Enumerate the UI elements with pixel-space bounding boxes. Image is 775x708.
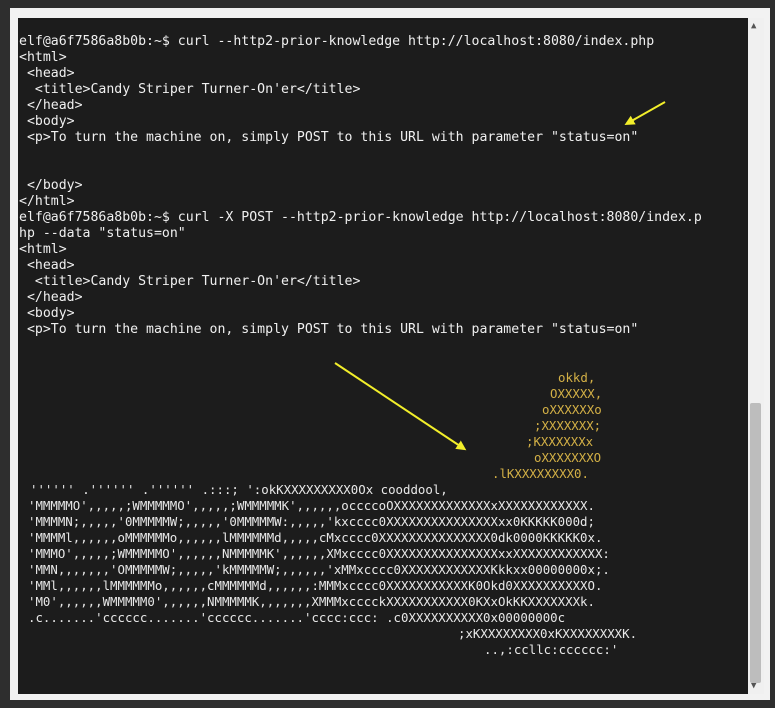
ascii-art-line: 'M0',,,,,,WMMMMM0',,,,,,NMMMMMK,,,,,,,XM… bbox=[28, 594, 595, 609]
scroll-down-icon[interactable]: ▼ bbox=[751, 681, 756, 691]
ascii-art-line: .c.......'cccccc.......'cccccc.......'cc… bbox=[28, 610, 565, 625]
ascii-art-line: 'MMMMMO',,,,,;WMMMMMO',,,,,;WMMMMMK',,,,… bbox=[28, 498, 595, 513]
ascii-art-line: ..,:ccllc:cccccc:' bbox=[484, 642, 618, 657]
ascii-art-line: 'MMN,,,,,,,'OMMMMMW;,,,,,'kMMMMMW;,,,,,,… bbox=[28, 562, 610, 577]
ascii-art: okkd,OXXXXX,oXXXXXXo;XXXXXXX;;KXXXXXXxoX… bbox=[28, 370, 637, 657]
ascii-art-line: 'MMl,,,,,,lMMMMMMo,,,,,,cMMMMMMd,,,,,,:M… bbox=[28, 578, 602, 593]
ascii-art-line: ;KXXXXXXx bbox=[526, 434, 593, 449]
ascii-art-line: 'MMMMl,,,,,,oMMMMMMo,,,,,,lMMMMMMd,,,,,c… bbox=[28, 530, 602, 545]
ascii-art-line: 'MMMO',,,,,;WMMMMMO',,,,,,NMMMMMK',,,,,,… bbox=[28, 546, 610, 561]
terminal-output[interactable]: elf@a6f7586a8b0b:~$ curl --http2-prior-k… bbox=[18, 18, 748, 694]
ascii-art-line: oXXXXXXo bbox=[542, 402, 602, 417]
vertical-scrollbar[interactable]: ▲ ▼ bbox=[748, 18, 764, 694]
ascii-art-line: 'MMMMN;,,,,,'0MMMMMW;,,,,,'0MMMMMW:,,,,,… bbox=[28, 514, 595, 529]
ascii-art-line: okkd, bbox=[558, 370, 595, 385]
scroll-up-icon[interactable]: ▲ bbox=[751, 21, 756, 31]
scroll-thumb[interactable] bbox=[750, 403, 761, 683]
ascii-art-line: ;XXXXXXX; bbox=[534, 418, 601, 433]
ascii-art-line: .lKXXXXXXXX0. bbox=[492, 466, 589, 481]
ascii-art-line: oXXXXXXXO bbox=[534, 450, 601, 465]
ascii-art-line: ;xKXXXXXXXX0xKXXXXXXXXK. bbox=[458, 626, 637, 641]
ascii-art-line: '''''' .'''''' .'''''' .:::; ':okKXXXXXX… bbox=[30, 482, 448, 497]
ascii-art-line: OXXXXX, bbox=[550, 386, 602, 401]
